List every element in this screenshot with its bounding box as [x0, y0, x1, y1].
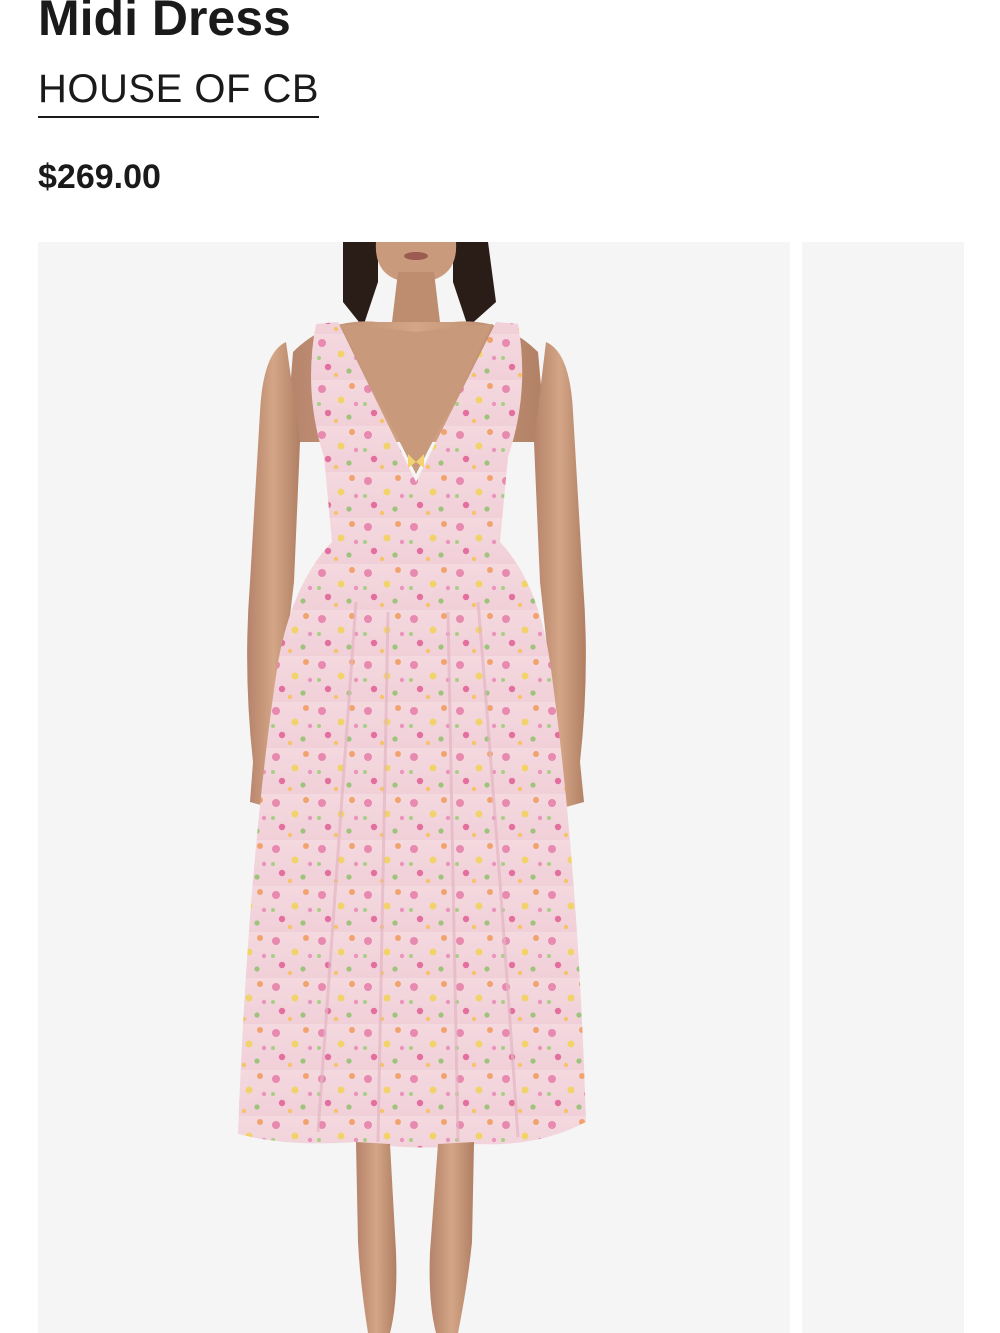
image-carousel[interactable] — [0, 242, 1000, 1333]
product-image-next[interactable] — [802, 242, 964, 1333]
product-title: Midi Dress — [38, 0, 291, 46]
brand-link[interactable]: HOUSE OF CB — [38, 64, 320, 118]
floral-dress-photo-icon — [238, 242, 586, 1333]
product-price: $269.00 — [38, 158, 161, 196]
product-image-main[interactable] — [38, 242, 790, 1333]
